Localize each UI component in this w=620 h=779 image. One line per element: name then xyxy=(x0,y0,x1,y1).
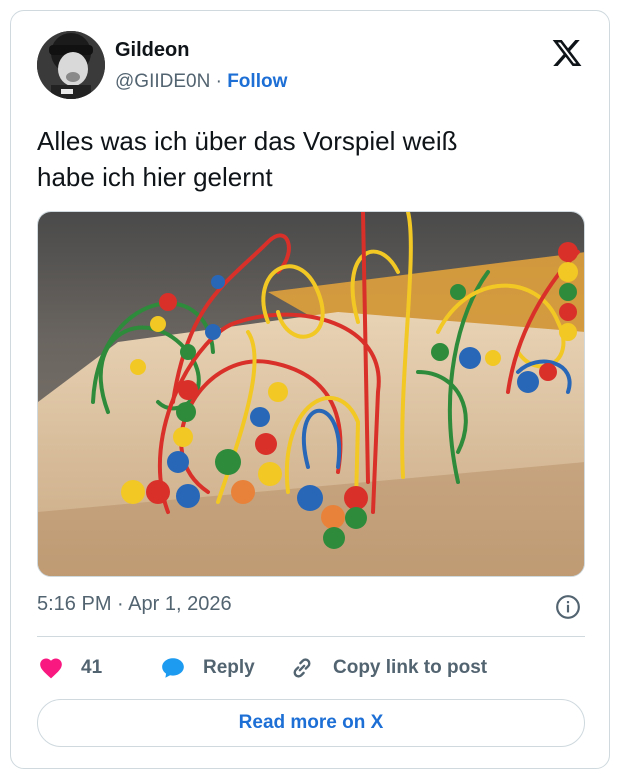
like-count: 41 xyxy=(81,657,103,678)
link-icon xyxy=(293,658,311,678)
heart-icon xyxy=(40,658,62,679)
post-media-image[interactable] xyxy=(37,211,585,577)
post-text-line: habe ich hier gelernt xyxy=(37,162,273,192)
bead-maze-toy-image xyxy=(38,212,584,576)
author-display-name[interactable]: Gildeon xyxy=(115,39,189,62)
handle-separator: · xyxy=(215,71,222,92)
read-more-button[interactable]: Read more on X xyxy=(37,699,585,747)
divider xyxy=(37,636,585,637)
info-icon[interactable] xyxy=(555,594,581,620)
speech-bubble-icon xyxy=(162,658,184,678)
post-text: Alles was ich über das Vorspiel weiß hab… xyxy=(37,123,587,195)
author-handle[interactable]: @GIIDE0N xyxy=(115,71,210,92)
author-handle-row: @GIIDE0N · Follow xyxy=(115,71,287,93)
avatar-image xyxy=(37,31,105,99)
embedded-post-card: Gildeon @GIIDE0N · Follow Alles was ich … xyxy=(10,10,610,769)
x-logo-icon[interactable] xyxy=(551,37,583,69)
like-button[interactable]: 41 xyxy=(37,651,102,685)
post-actions: 41 Reply Copy link to post xyxy=(37,651,585,685)
copy-link-button[interactable]: Copy link to post xyxy=(289,651,487,685)
post-text-line: Alles was ich über das Vorspiel weiß xyxy=(37,126,458,156)
post-timestamp[interactable]: 5:16 PM · Apr 1, 2026 xyxy=(37,593,232,616)
follow-link[interactable]: Follow xyxy=(227,71,287,92)
copy-link-label: Copy link to post xyxy=(333,657,488,678)
avatar[interactable] xyxy=(37,31,105,99)
reply-label: Reply xyxy=(203,657,255,678)
reply-button[interactable]: Reply xyxy=(159,651,255,685)
